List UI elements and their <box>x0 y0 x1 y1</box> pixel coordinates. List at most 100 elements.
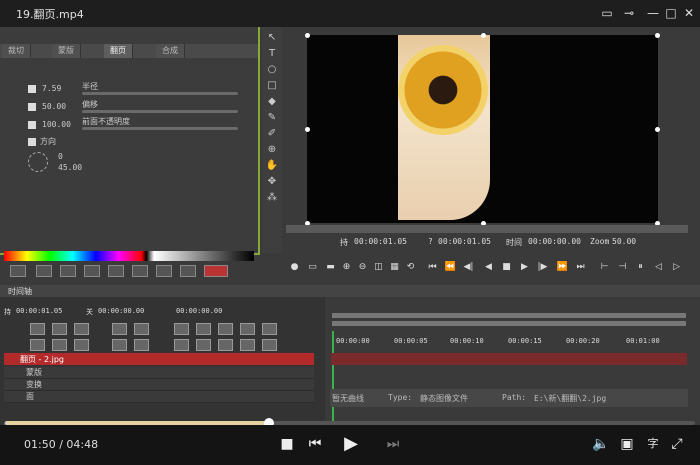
timeline-tool-icon[interactable] <box>174 323 189 335</box>
subtitle-button[interactable]: 字 <box>644 435 662 453</box>
timeline-tool-icon[interactable] <box>196 339 211 351</box>
zoom-tool-icon[interactable]: ⊕ <box>265 143 279 157</box>
timeline-tab[interactable]: 时间轴 <box>8 286 32 297</box>
timeline-tool-icon[interactable] <box>174 339 189 351</box>
text-tool-icon[interactable]: T <box>265 47 279 61</box>
next-frame-icon[interactable]: |▶ <box>536 261 549 274</box>
maximize-icon[interactable]: □ <box>664 6 678 20</box>
track-header[interactable]: 翻页 - 2.jpg <box>4 353 314 365</box>
palette-tool-4[interactable] <box>84 265 100 277</box>
palette-tool-8[interactable] <box>180 265 196 277</box>
timeline-tool-icon[interactable] <box>240 323 255 335</box>
go-end-icon[interactable]: ⏭ <box>574 261 587 274</box>
folder-icon[interactable]: ▭ <box>600 6 614 20</box>
timeline-tool-icon[interactable] <box>196 323 211 335</box>
screen-icon[interactable]: ▬ <box>324 261 337 274</box>
next-icon[interactable]: ⏭ <box>384 435 402 453</box>
preview-scrubber[interactable] <box>286 225 688 233</box>
prev-frame-icon[interactable]: ◀| <box>462 261 475 274</box>
play-icon[interactable]: ▶ <box>518 261 531 274</box>
timeline-tool-icon[interactable] <box>52 339 67 351</box>
move-tool-icon[interactable]: ✥ <box>265 175 279 189</box>
preview-canvas[interactable] <box>305 33 660 226</box>
palette-tool-7[interactable] <box>156 265 172 277</box>
direction-dial[interactable] <box>28 152 48 172</box>
next-key-icon[interactable]: ▷ <box>670 261 683 274</box>
minimize-icon[interactable]: — <box>646 6 660 20</box>
timeline-tool-icon[interactable] <box>262 339 277 351</box>
palette-tool-2[interactable] <box>36 265 52 277</box>
mark-out-icon[interactable]: ⊣ <box>616 261 629 274</box>
palette-tool-3[interactable] <box>60 265 76 277</box>
play-back-icon[interactable]: ◀ <box>482 261 495 274</box>
fullscreen-icon[interactable]: ⤢ <box>668 435 686 453</box>
resize-handle[interactable] <box>655 127 660 132</box>
timeline-tool-icon[interactable] <box>134 339 149 351</box>
pen-tool-icon[interactable]: ✎ <box>265 111 279 125</box>
timeline-zoom[interactable] <box>332 321 686 326</box>
tab-composite[interactable]: 合成 <box>156 44 185 58</box>
color-palette[interactable] <box>4 251 254 261</box>
split-icon[interactable]: ⏸ <box>634 261 647 274</box>
close-icon[interactable]: ✕ <box>682 6 696 20</box>
screen-icon[interactable]: ▣ <box>618 435 636 453</box>
key-icon[interactable] <box>204 265 228 277</box>
previous-icon[interactable]: ⏮ <box>306 435 324 453</box>
timeline-tool-icon[interactable] <box>218 339 233 351</box>
resize-handle[interactable] <box>481 33 486 38</box>
timeline-scroll[interactable] <box>332 313 686 318</box>
timeline-tool-icon[interactable] <box>134 323 149 335</box>
zoom-in-icon[interactable]: ⊕ <box>340 261 353 274</box>
fit-icon[interactable]: ◫ <box>372 261 385 274</box>
opacity-value[interactable]: 100.00 <box>42 120 71 129</box>
tab-mask[interactable]: 蒙版 <box>52 44 81 58</box>
prev-key-icon[interactable]: ◁ <box>652 261 665 274</box>
offset-slider[interactable] <box>82 110 238 113</box>
step-back-icon[interactable]: ⏪ <box>444 261 457 274</box>
timeline-tool-icon[interactable] <box>112 323 127 335</box>
timeline-tool-icon[interactable] <box>262 323 277 335</box>
stop-icon[interactable]: ■ <box>278 435 296 453</box>
track-row[interactable]: 面 <box>4 391 314 403</box>
palette-tool-6[interactable] <box>132 265 148 277</box>
resize-handle[interactable] <box>305 33 310 38</box>
timeline-tool-icon[interactable] <box>74 339 89 351</box>
palette-tool-5[interactable] <box>108 265 124 277</box>
radius-value[interactable]: 7.59 <box>42 84 61 93</box>
fill-tool-icon[interactable]: ◆ <box>265 95 279 109</box>
timeline-tool-icon[interactable] <box>240 339 255 351</box>
rect-tool-icon[interactable]: □ <box>265 79 279 93</box>
mark-in-icon[interactable]: ⊢ <box>598 261 611 274</box>
snapshot-icon[interactable]: ▭ <box>306 261 319 274</box>
palette-tool-1[interactable] <box>10 265 26 277</box>
resize-handle[interactable] <box>655 33 660 38</box>
loop-icon[interactable]: ⟲ <box>404 261 417 274</box>
track-clip-bar[interactable] <box>331 353 687 365</box>
pin-icon[interactable]: ⊸ <box>622 6 636 20</box>
playhead[interactable] <box>332 331 334 425</box>
timeline-tool-icon[interactable] <box>218 323 233 335</box>
brush-tool-icon[interactable]: ✐ <box>265 127 279 141</box>
timeline-tool-icon[interactable] <box>52 323 67 335</box>
timeline-tool-icon[interactable] <box>30 323 45 335</box>
step-fwd-icon[interactable]: ⏩ <box>556 261 569 274</box>
node-tool-icon[interactable]: ⁂ <box>265 191 279 205</box>
timeline-tool-icon[interactable] <box>30 339 45 351</box>
track-row[interactable]: 变换 <box>4 379 314 391</box>
hand-tool-icon[interactable]: ✋ <box>265 159 279 173</box>
zoom-out-icon[interactable]: ⊖ <box>356 261 369 274</box>
tab-page-turn[interactable]: 翻页 <box>104 44 133 58</box>
opacity-slider[interactable] <box>82 127 238 130</box>
timeline-tool-icon[interactable] <box>112 339 127 351</box>
track-row[interactable]: 蒙版 <box>4 367 314 379</box>
volume-icon[interactable]: 🔈 <box>592 435 610 453</box>
go-start-icon[interactable]: ⏮ <box>426 261 439 274</box>
tab-crop[interactable]: 裁切 <box>2 44 31 58</box>
record-icon[interactable]: ● <box>288 261 301 274</box>
ellipse-tool-icon[interactable]: ○ <box>265 63 279 77</box>
color-icon[interactable]: ▦ <box>388 261 401 274</box>
radius-slider[interactable] <box>82 92 238 95</box>
offset-value[interactable]: 50.00 <box>42 102 66 111</box>
play-icon[interactable]: ▶ <box>342 435 360 453</box>
resize-handle[interactable] <box>305 127 310 132</box>
